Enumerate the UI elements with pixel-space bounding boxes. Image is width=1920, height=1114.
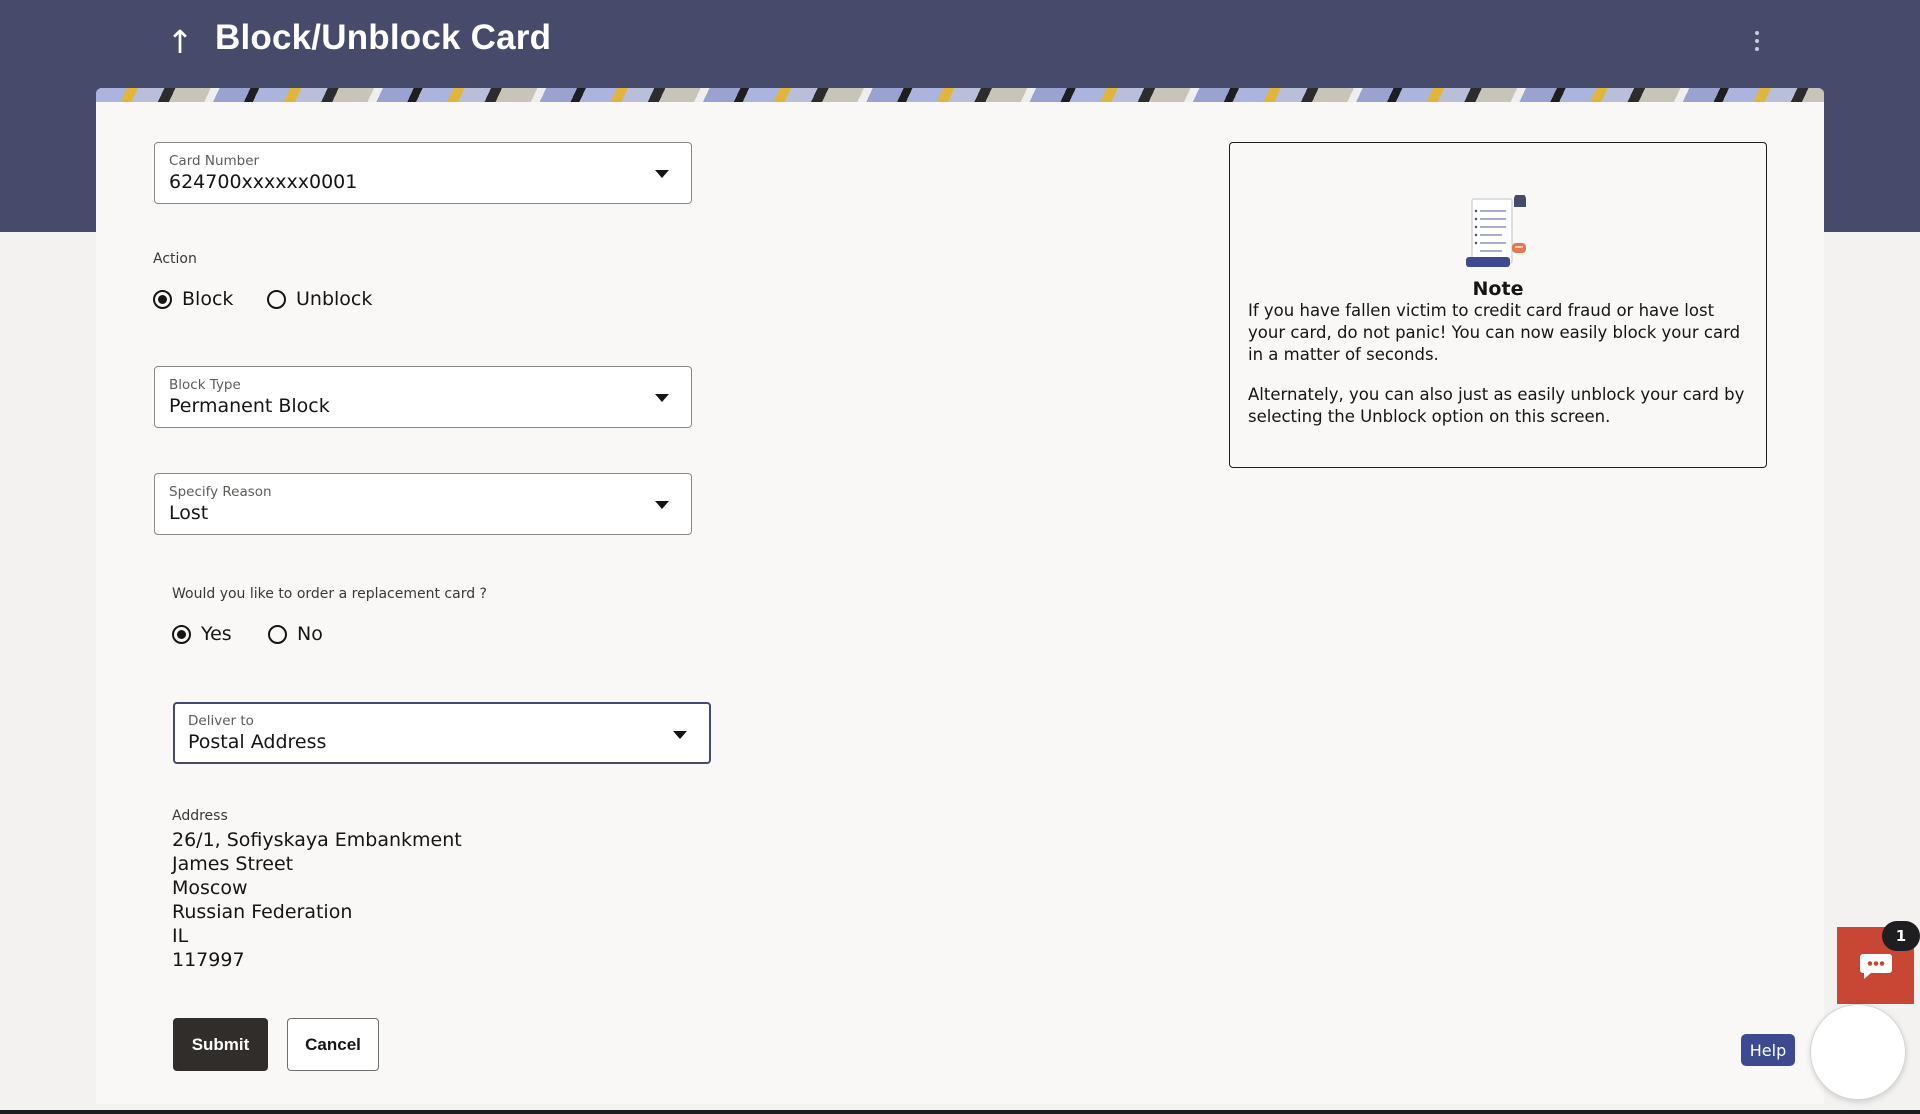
card-number-label: Card Number — [169, 153, 260, 169]
address-line: Russian Federation — [172, 901, 353, 923]
address-line: 26/1, Sofiyskaya Embankment — [172, 829, 462, 851]
address-label: Address — [172, 808, 228, 824]
radio-unselected-icon — [268, 624, 287, 644]
deliver-to-label: Deliver to — [188, 713, 254, 729]
note-paragraph: Alternately, you can also just as easily… — [1248, 385, 1745, 426]
deliver-to-value: Postal Address — [188, 731, 327, 753]
chevron-down-icon — [655, 394, 669, 402]
bottom-border — [0, 1110, 1920, 1114]
block-type-value: Permanent Block — [169, 395, 330, 417]
assistant-avatar[interactable] — [1810, 1004, 1906, 1100]
note-document-icon — [1466, 195, 1526, 267]
radio-unselected-icon — [267, 289, 286, 309]
radio-selected-icon — [153, 289, 172, 309]
replacement-no-label: No — [297, 623, 323, 645]
action-unblock-radio[interactable]: Unblock — [267, 288, 372, 310]
note-panel: Note If you have fallen victim to credit… — [1229, 142, 1767, 468]
address-line: Moscow — [172, 877, 248, 899]
main-card: Card Number 624700xxxxxx0001 Action Bloc… — [96, 88, 1824, 1104]
cancel-button[interactable]: Cancel — [287, 1018, 379, 1071]
chevron-down-icon — [655, 170, 669, 178]
card-number-value: 624700xxxxxx0001 — [169, 171, 358, 193]
replacement-label: Would you like to order a replacement ca… — [172, 586, 487, 602]
page-title: Block/Unblock Card — [215, 18, 552, 57]
submit-button[interactable]: Submit — [173, 1018, 268, 1071]
deliver-to-select[interactable]: Deliver to Postal Address — [173, 702, 711, 764]
address-line: James Street — [172, 853, 294, 875]
action-unblock-label: Unblock — [296, 288, 373, 310]
chat-bubble-icon — [1859, 953, 1892, 979]
block-type-select[interactable]: Block Type Permanent Block — [154, 366, 692, 428]
radio-selected-icon — [172, 624, 191, 644]
note-title: Note — [1472, 278, 1524, 300]
reason-select[interactable]: Specify Reason Lost — [154, 473, 692, 535]
replacement-yes-radio[interactable]: Yes — [172, 623, 232, 645]
chevron-down-icon — [673, 731, 687, 739]
reason-label: Specify Reason — [169, 484, 272, 500]
reason-value: Lost — [169, 502, 209, 524]
back-arrow-icon[interactable]: ↑ — [165, 22, 195, 62]
note-paragraph: If you have fallen victim to credit card… — [1248, 301, 1741, 364]
address-line: 117997 — [172, 949, 245, 971]
chevron-down-icon — [655, 501, 669, 509]
replacement-no-radio[interactable]: No — [268, 623, 323, 645]
block-type-label: Block Type — [169, 377, 241, 393]
help-button[interactable]: Help — [1741, 1034, 1795, 1066]
replacement-yes-label: Yes — [201, 623, 232, 645]
action-label: Action — [153, 251, 197, 267]
more-options-icon[interactable] — [1745, 26, 1769, 56]
action-block-radio[interactable]: Block — [153, 288, 233, 310]
card-number-select[interactable]: Card Number 624700xxxxxx0001 — [154, 142, 692, 204]
chat-notification-badge: 1 — [1882, 921, 1920, 951]
action-block-label: Block — [182, 288, 234, 310]
decorative-stripe — [96, 88, 1824, 102]
address-line: IL — [172, 925, 189, 947]
